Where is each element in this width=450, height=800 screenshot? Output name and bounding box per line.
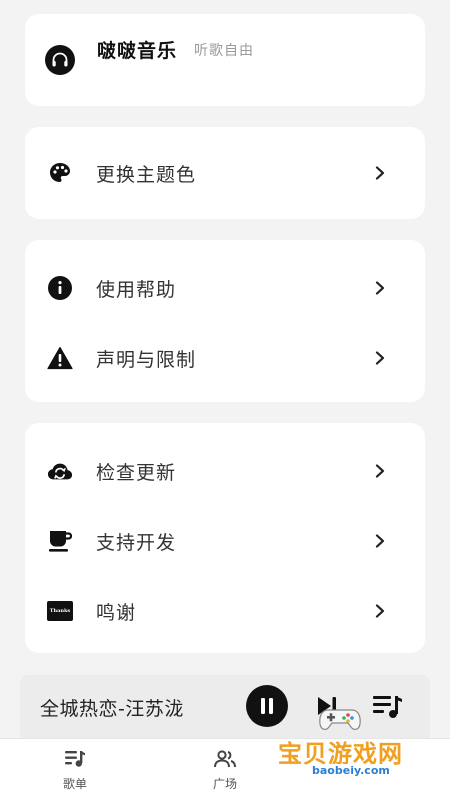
menu-item-support[interactable]: 支持开发 (25, 513, 425, 569)
tab-plaza[interactable]: 广场 (195, 749, 255, 792)
menu-item-label: 声明与限制 (96, 348, 197, 371)
app-header-card: 啵啵音乐 听歌自由 (25, 14, 425, 106)
headphones-icon (45, 45, 75, 75)
chevron-right-icon (373, 464, 387, 478)
tab-playlist[interactable]: 歌单 (45, 749, 105, 792)
watermark: 宝贝游戏网 baobeiy.com (278, 706, 428, 796)
thanks-icon: Thanks (47, 601, 73, 621)
chevron-right-icon (373, 351, 387, 365)
coffee-cup-icon (47, 528, 73, 554)
cloud-sync-icon (47, 458, 73, 484)
menu-item-label: 使用帮助 (96, 278, 177, 301)
tab-label: 歌单 (62, 777, 87, 791)
tab-label: 广场 (212, 777, 237, 791)
playlist-icon (45, 749, 105, 771)
pause-icon (260, 698, 274, 718)
theme-card: 更换主题色 (25, 127, 425, 219)
now-playing-title: 全城热恋-汪苏泷 (40, 698, 184, 720)
menu-item-disclaimer[interactable]: 声明与限制 (25, 330, 425, 386)
info-icon (47, 275, 73, 301)
menu-item-label: 支持开发 (96, 531, 177, 554)
warning-icon (47, 345, 73, 371)
app-slogan: 听歌自由 (194, 43, 254, 59)
about-card: 检查更新 支持开发 Thanks 鸣谢 (25, 423, 425, 653)
menu-item-update[interactable]: 检查更新 (25, 443, 425, 499)
chevron-right-icon (373, 604, 387, 618)
menu-item-label: 检查更新 (96, 461, 177, 484)
menu-item-help[interactable]: 使用帮助 (25, 260, 425, 316)
menu-item-theme[interactable]: 更换主题色 (25, 145, 425, 201)
chevron-right-icon (373, 166, 387, 180)
palette-icon (47, 160, 73, 186)
menu-item-thanks[interactable]: Thanks 鸣谢 (25, 583, 425, 639)
menu-item-label: 更换主题色 (96, 163, 197, 186)
gamepad-icon (318, 706, 362, 736)
chevron-right-icon (373, 534, 387, 548)
users-icon (195, 749, 255, 771)
help-card: 使用帮助 声明与限制 (25, 240, 425, 402)
thanks-badge-text: Thanks (49, 608, 71, 614)
chevron-right-icon (373, 281, 387, 295)
menu-item-label: 鸣谢 (96, 601, 137, 624)
watermark-url: baobeiy.com (308, 764, 394, 777)
app-name: 啵啵音乐 (97, 40, 178, 62)
